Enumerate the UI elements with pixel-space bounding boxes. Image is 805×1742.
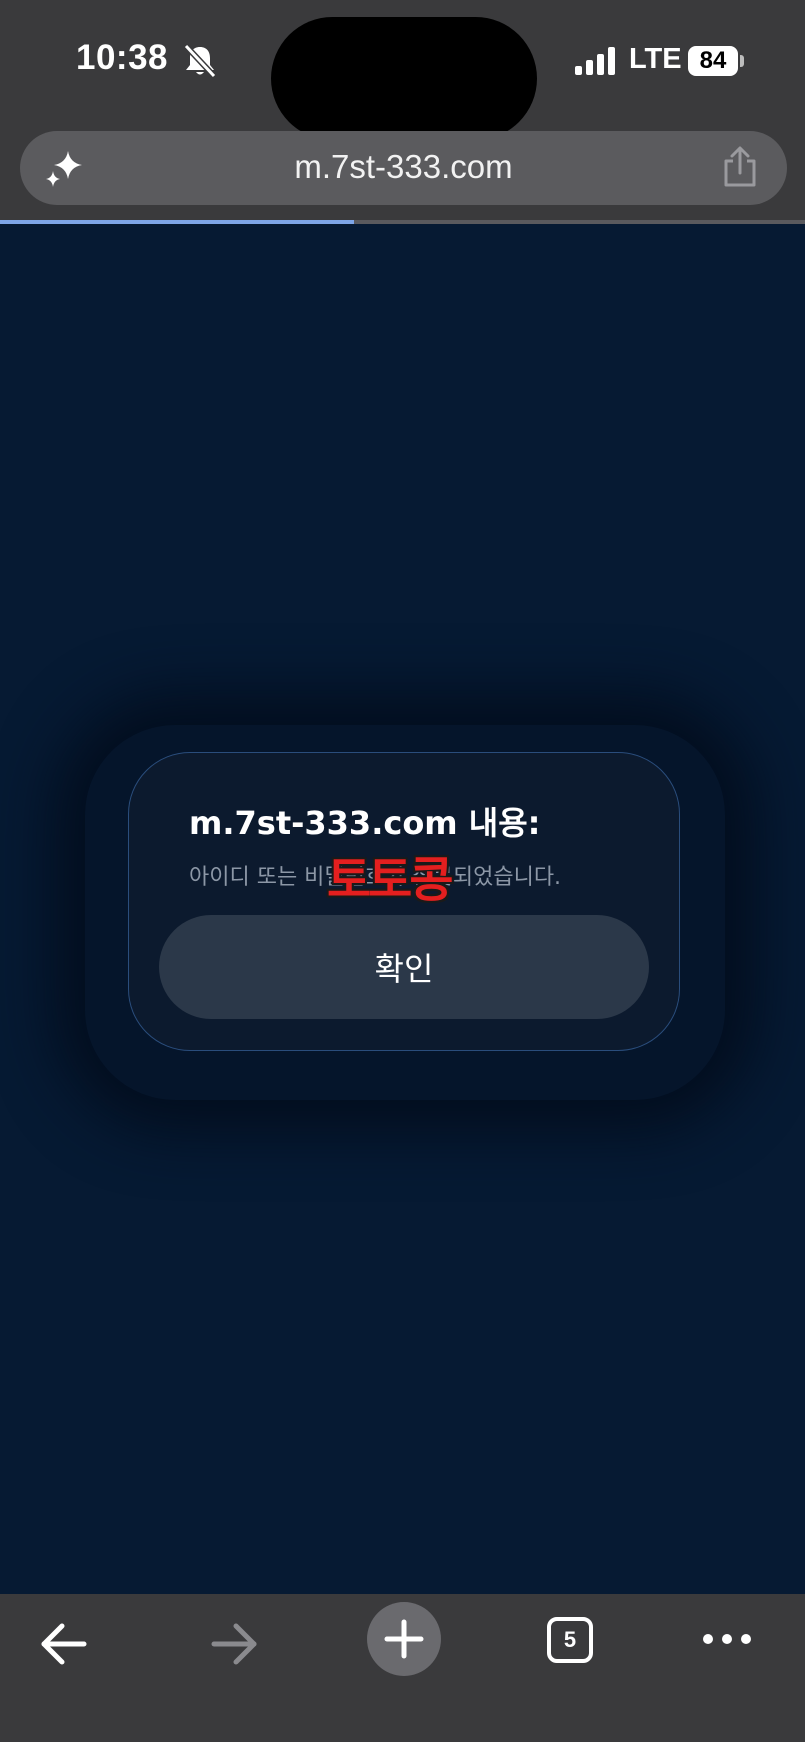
battery-nub: [740, 55, 744, 67]
page-load-progress-fill: [0, 220, 355, 224]
ellipsis-icon[interactable]: [702, 1624, 752, 1654]
browser-bottom-toolbar: 5: [0, 1594, 805, 1742]
arrow-right-icon[interactable]: [208, 1618, 260, 1670]
address-bar[interactable]: m.7st-333.com: [20, 131, 787, 205]
alert-dialog: m.7st-333.com 내용: 아이디 또는 비밀번호가 잘못되었습니다. …: [128, 752, 680, 1051]
plus-icon: [384, 1619, 424, 1659]
url-text[interactable]: m.7st-333.com: [20, 148, 787, 186]
bell-slash-icon: [183, 43, 217, 79]
share-icon[interactable]: [720, 145, 760, 189]
confirm-button[interactable]: 확인: [159, 915, 649, 1019]
page-load-progress: [0, 220, 805, 224]
new-tab-button[interactable]: [367, 1602, 441, 1676]
cellular-signal-icon: [575, 47, 615, 75]
tab-switcher-button[interactable]: 5: [547, 1617, 593, 1663]
battery-indicator: 84: [688, 46, 738, 76]
network-type: LTE: [629, 43, 682, 75]
watermark-logo: 토토콩: [327, 852, 453, 908]
status-time: 10:38: [76, 38, 169, 77]
arrow-left-icon[interactable]: [38, 1618, 90, 1670]
dynamic-island: [271, 17, 537, 140]
browser-top-bar: 10:38 LTE 84 m.7st-333.com: [0, 0, 805, 222]
dialog-title: m.7st-333.com 내용:: [189, 804, 541, 842]
